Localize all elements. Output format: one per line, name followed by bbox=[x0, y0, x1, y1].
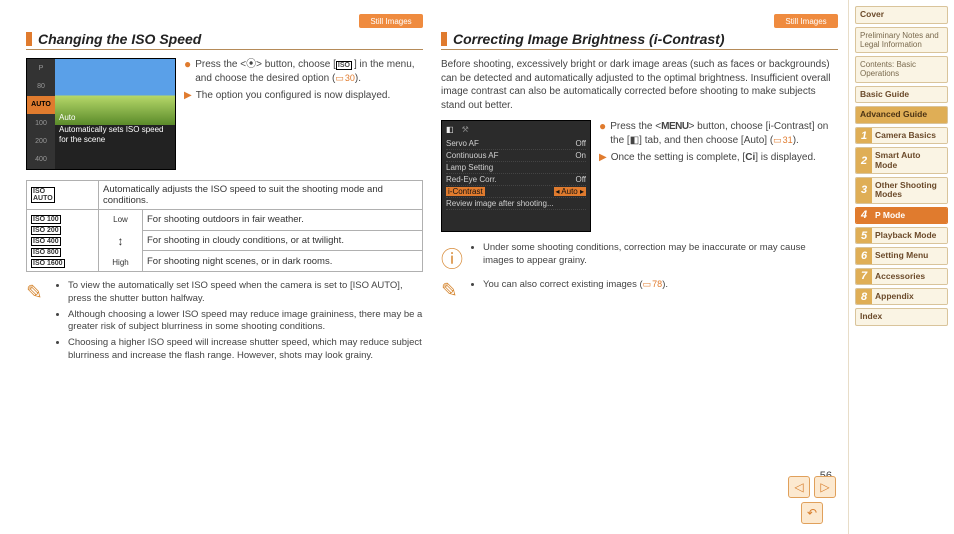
iso-row-1: For shooting outdoors in fair weather. bbox=[143, 210, 423, 231]
sidebar-item-smart-auto-mode[interactable]: 2Smart Auto Mode bbox=[855, 147, 948, 174]
pencil-icon: ✎ bbox=[26, 282, 43, 304]
sidebar-item-contents-basic-operations[interactable]: Contents: Basic Operations bbox=[855, 56, 948, 82]
sidebar-item-p-mode[interactable]: 4P Mode bbox=[855, 207, 948, 224]
sidebar-item-number: 7 bbox=[856, 269, 872, 284]
heading-left-text: Changing the ISO Speed bbox=[38, 31, 201, 47]
heading-right: Correcting Image Brightness (i-Contrast) bbox=[441, 28, 838, 50]
iso-row-3: For shooting night scenes, or in dark ro… bbox=[143, 251, 423, 272]
sidebar-item-label: Other Shooting Modes bbox=[872, 178, 947, 203]
iso-row-2: For shooting in cloudy conditions, or at… bbox=[143, 230, 423, 251]
warning-text: Under some shooting conditions, correcti… bbox=[483, 242, 838, 268]
prev-page-button[interactable]: ◁ bbox=[788, 476, 810, 498]
camera-lcd-iso: P80AUTO100200400 Auto Automatically sets… bbox=[26, 58, 176, 170]
still-images-tag-right: Still Images bbox=[774, 14, 838, 28]
bullet-dot-icon: ● bbox=[599, 120, 606, 147]
heading-right-text: Correcting Image Brightness (i-Contrast) bbox=[453, 31, 724, 47]
page-nav: ◁ ▷ ↶ bbox=[788, 476, 836, 524]
sidebar-item-number: 1 bbox=[856, 128, 872, 143]
step-2-text: The option you configured is now display… bbox=[196, 89, 391, 103]
lcd-auto-label: Auto bbox=[59, 113, 75, 122]
sidebar-item-number: 8 bbox=[856, 289, 872, 304]
iso-strip-item: P bbox=[27, 59, 55, 77]
right-column: Still Images Correcting Image Brightness… bbox=[441, 14, 838, 528]
sidebar-item-basic-guide[interactable]: Basic Guide bbox=[855, 86, 948, 104]
triangle-icon: ▶ bbox=[599, 151, 607, 165]
sidebar-item-preliminary-notes-and-legal-information[interactable]: Preliminary Notes and Legal Information bbox=[855, 27, 948, 53]
sidebar-item-number: 6 bbox=[856, 248, 872, 263]
heading-left: Changing the ISO Speed bbox=[26, 28, 423, 50]
sidebar-item-label: Playback Mode bbox=[872, 228, 947, 243]
sidebar-item-number: 3 bbox=[856, 178, 872, 203]
page-ref-30[interactable]: 30 bbox=[335, 72, 355, 84]
note-item: To view the automatically set ISO speed … bbox=[68, 280, 423, 306]
note-right-text: You can also correct existing images (78… bbox=[483, 278, 668, 292]
iso-table: ISOAUTO Automatically adjusts the ISO sp… bbox=[26, 180, 423, 272]
sidebar-item-label: Camera Basics bbox=[872, 128, 947, 143]
next-page-button[interactable]: ▷ bbox=[814, 476, 836, 498]
menu-button-glyph: MENU bbox=[661, 121, 688, 132]
pencil-icon: ✎ bbox=[441, 280, 458, 302]
sidebar-advanced-guide[interactable]: Advanced Guide bbox=[855, 106, 948, 124]
heading-accent bbox=[26, 32, 32, 46]
sidebar-item-label: P Mode bbox=[872, 208, 947, 223]
iso-strip-item: 200 bbox=[27, 132, 55, 150]
menu-row: Servo AFOff bbox=[446, 138, 586, 150]
iso-strip-item: AUTO bbox=[27, 96, 55, 114]
sidebar-item-other-shooting-modes[interactable]: 3Other Shooting Modes bbox=[855, 177, 948, 204]
note-block-right: ✎ You can also correct existing images (… bbox=[441, 278, 838, 303]
tab-wrench-icon: ⚒ bbox=[462, 125, 469, 134]
heading-accent bbox=[441, 32, 447, 46]
sidebar-item-setting-menu[interactable]: 6Setting Menu bbox=[855, 247, 948, 264]
sidebar-item-label: Accessories bbox=[872, 269, 947, 284]
warning-block: ⓘ Under some shooting conditions, correc… bbox=[441, 242, 838, 274]
triangle-icon: ▶ bbox=[184, 89, 192, 103]
iso-strip-item: 400 bbox=[27, 151, 55, 169]
sidebar-index[interactable]: Index bbox=[855, 308, 948, 326]
note-item: Although choosing a lower ISO speed may … bbox=[68, 309, 423, 335]
iso-values-cell: ISO 100ISO 200 ISO 400ISO 800 ISO 1600 bbox=[27, 210, 99, 272]
sidebar-item-number: 2 bbox=[856, 148, 872, 173]
camera-lcd-menu: ◧ ⚒ Servo AFOffContinuous AFOnLamp Settin… bbox=[441, 120, 591, 232]
iso-strip-item: 100 bbox=[27, 114, 55, 132]
sidebar-item-accessories[interactable]: 7Accessories bbox=[855, 268, 948, 285]
right-step-1: Press the <MENU> button, choose [i-Contr… bbox=[610, 120, 838, 147]
sidebar-item-playback-mode[interactable]: 5Playback Mode bbox=[855, 227, 948, 244]
sidebar-item-appendix[interactable]: 8Appendix bbox=[855, 288, 948, 305]
menu-row: Continuous AFOn bbox=[446, 150, 586, 162]
page-ref-31[interactable]: 31 bbox=[773, 134, 793, 146]
right-step-2: Once the setting is complete, [Ci] is di… bbox=[611, 151, 816, 165]
menu-row: i-Contrast◂ Auto ▸ bbox=[446, 186, 586, 198]
sidebar-item-number: 4 bbox=[856, 208, 872, 223]
sidebar: Cover Preliminary Notes and Legal Informa… bbox=[848, 0, 954, 534]
sidebar-item-label: Setting Menu bbox=[872, 248, 947, 263]
left-column: Still Images Changing the ISO Speed P80A… bbox=[26, 14, 423, 528]
iso-auto-desc: Automatically adjusts the ISO speed to s… bbox=[99, 181, 423, 210]
sidebar-item-number: 5 bbox=[856, 228, 872, 243]
sidebar-item-label: Appendix bbox=[872, 289, 947, 304]
warning-icon: ⓘ bbox=[441, 247, 463, 272]
return-button[interactable]: ↶ bbox=[801, 502, 823, 524]
bullet-dot-icon: ● bbox=[184, 58, 191, 85]
still-images-tag-left: Still Images bbox=[359, 14, 423, 28]
page-ref-78[interactable]: 78 bbox=[643, 278, 663, 290]
iso-auto-icon: ISOAUTO bbox=[31, 187, 55, 203]
menu-row: Review image after shooting... bbox=[446, 198, 586, 210]
menu-row: Red-Eye Corr.Off bbox=[446, 174, 586, 186]
sidebar-item-label: Smart Auto Mode bbox=[872, 148, 947, 173]
iso-strip-item: 80 bbox=[27, 77, 55, 95]
tab-camera-icon: ◧ bbox=[446, 125, 454, 134]
camera-tab-icon: ◧ bbox=[630, 135, 639, 146]
sidebar-item-camera-basics[interactable]: 1Camera Basics bbox=[855, 127, 948, 144]
low-high-scale: Low ↕ High bbox=[103, 215, 138, 267]
menu-row: Lamp Setting bbox=[446, 162, 586, 174]
step-1-text: Press the <⦿> button, choose [ISO] in th… bbox=[195, 58, 423, 85]
note-block-left: ✎ To view the automatically set ISO spee… bbox=[26, 280, 423, 366]
intro-paragraph: Before shooting, excessively bright or d… bbox=[441, 58, 838, 112]
lcd-caption: Automatically sets ISO speed for the sce… bbox=[59, 125, 171, 144]
sidebar-item-cover[interactable]: Cover bbox=[855, 6, 948, 24]
note-item: Choosing a higher ISO speed will increas… bbox=[68, 337, 423, 363]
